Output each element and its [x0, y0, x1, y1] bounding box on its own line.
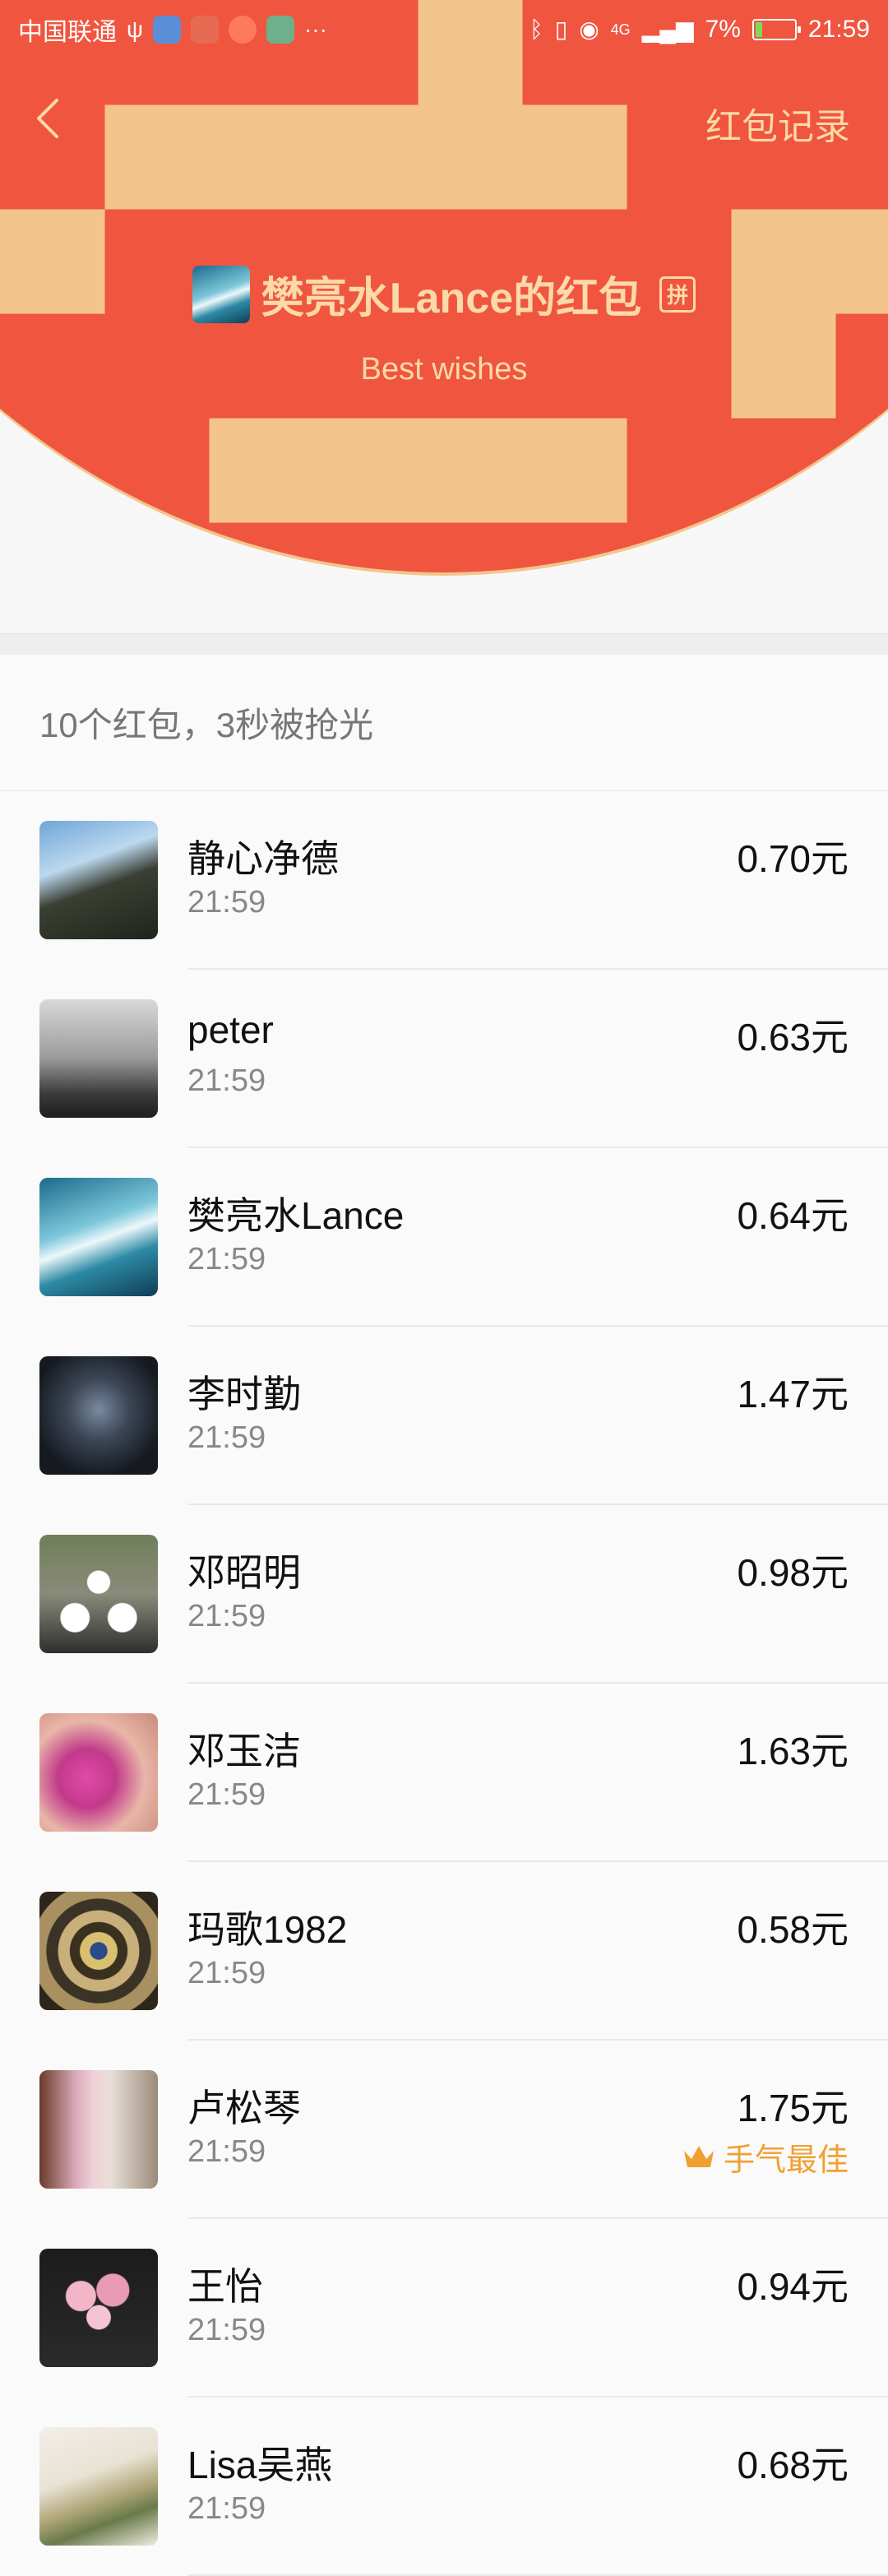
- app-notification-icon: [152, 16, 181, 44]
- avatar[interactable]: [39, 1535, 158, 1653]
- best-luck-badge: 手气最佳: [682, 2134, 849, 2180]
- grab-time: 21:59: [187, 1956, 266, 1990]
- grab-amount: 1.47元: [737, 1373, 849, 1415]
- grab-time: 21:59: [187, 2134, 266, 2169]
- grab-time: 21:59: [187, 2313, 266, 2347]
- grab-amount: 0.58元: [737, 1908, 849, 1951]
- grab-amount: 0.70元: [737, 837, 849, 880]
- list-item[interactable]: 王怡 21:59 0.94元: [0, 2219, 888, 2398]
- avatar[interactable]: [39, 821, 158, 939]
- list-item[interactable]: 樊亮水Lance 21:59 0.64元: [0, 1148, 888, 1327]
- avatar[interactable]: [39, 2427, 158, 2546]
- recipient-name: 静心净德: [187, 837, 339, 880]
- clock: 21:59: [807, 16, 870, 43]
- recipient-name: 邓昭明: [187, 1551, 301, 1594]
- back-button[interactable]: [30, 92, 66, 145]
- recipient-name: 王怡: [187, 2265, 263, 2308]
- recipient-name: 玛歌1982: [187, 1908, 348, 1951]
- packet-title: 樊亮水Lance的红包: [261, 275, 642, 322]
- grab-amount: 1.63元: [737, 1730, 849, 1772]
- recipient-name: Lisa吴燕: [187, 2444, 333, 2486]
- grab-time: 21:59: [187, 2491, 266, 2526]
- avatar[interactable]: [39, 2070, 158, 2189]
- eye-comfort-icon: ◉: [579, 16, 599, 42]
- red-packet-records-link[interactable]: 红包记录: [705, 97, 850, 150]
- back-arrow-icon: [37, 99, 58, 138]
- recipient-list: 静心净德 21:59 0.70元 peter 21:59 0.63元 樊亮水La…: [0, 791, 888, 2576]
- best-luck-label: 手气最佳: [723, 2143, 849, 2178]
- avatar[interactable]: [39, 1892, 158, 2010]
- packet-title-row: 樊亮水Lance的红包 拼: [0, 263, 888, 325]
- signal-icon: ▂▄▆: [641, 16, 694, 42]
- list-item[interactable]: 静心净德 21:59 0.70元: [0, 791, 888, 970]
- grab-amount: 0.94元: [737, 2265, 849, 2308]
- red-packet-header: 中国联通 ψ ··· ᛒ ▯ ◉ 4G ▂▄▆ 7% 21:59 红包记录 樊亮…: [0, 0, 888, 609]
- section-divider: [0, 633, 888, 655]
- list-item[interactable]: 卢松琴 21:59 1.75元 手气最佳: [0, 2041, 888, 2219]
- grab-amount: 0.68元: [737, 2444, 849, 2486]
- bluetooth-icon: ᛒ: [529, 16, 543, 42]
- list-item[interactable]: 邓昭明 21:59 0.98元: [0, 1505, 888, 1684]
- list-item[interactable]: Lisa吴燕 21:59 0.68元: [0, 2398, 888, 2576]
- grab-time: 21:59: [187, 1599, 266, 1633]
- grab-time: 21:59: [187, 885, 266, 920]
- list-item[interactable]: 邓玉洁 21:59 1.63元: [0, 1684, 888, 1862]
- list-item[interactable]: 李时勤 21:59 1.47元: [0, 1327, 888, 1505]
- recipient-name: peter: [187, 1008, 274, 1051]
- grab-time: 21:59: [187, 1063, 266, 1098]
- list-item[interactable]: 玛歌1982 21:59 0.58元: [0, 1862, 888, 2041]
- battery-percent: 7%: [705, 16, 741, 43]
- grab-amount: 0.63元: [737, 1016, 849, 1059]
- crown-icon: [683, 2145, 714, 2167]
- grab-time: 21:59: [187, 1242, 266, 1276]
- recipient-name: 邓玉洁: [187, 1730, 301, 1772]
- grab-amount: 0.64元: [737, 1194, 849, 1237]
- battery-icon: [752, 19, 801, 40]
- vibrate-icon: ▯: [554, 16, 568, 42]
- app-notification-icon: [190, 16, 219, 44]
- recipient-name: 卢松琴: [187, 2087, 301, 2129]
- pin-badge: 拼: [659, 276, 696, 313]
- packet-wishes: Best wishes: [360, 352, 528, 387]
- grab-time: 21:59: [187, 1420, 266, 1455]
- grab-amount: 1.75元: [737, 2087, 849, 2129]
- avatar[interactable]: [39, 1713, 158, 1832]
- usb-icon: ψ: [127, 16, 143, 42]
- app-notification-icon: [228, 16, 257, 44]
- carrier-label: 中国联通: [18, 19, 117, 46]
- app-notification-icon: [266, 16, 294, 44]
- avatar[interactable]: [39, 1356, 158, 1475]
- grab-time: 21:59: [187, 1777, 266, 1812]
- network-type-label: 4G: [610, 21, 631, 38]
- packet-summary: 10个红包，3秒被抢光: [0, 655, 888, 791]
- avatar[interactable]: [39, 2249, 158, 2367]
- grab-amount: 0.98元: [737, 1551, 849, 1594]
- avatar[interactable]: [39, 999, 158, 1118]
- recipient-name: 李时勤: [187, 1373, 301, 1415]
- status-bar: 中国联通 ψ ··· ᛒ ▯ ◉ 4G ▂▄▆ 7% 21:59: [0, 0, 888, 59]
- more-notifications-icon: ···: [303, 16, 327, 42]
- list-item[interactable]: peter 21:59 0.63元: [0, 970, 888, 1148]
- recipient-name: 樊亮水Lance: [187, 1194, 405, 1237]
- avatar[interactable]: [39, 1178, 158, 1296]
- sender-avatar[interactable]: [192, 265, 250, 323]
